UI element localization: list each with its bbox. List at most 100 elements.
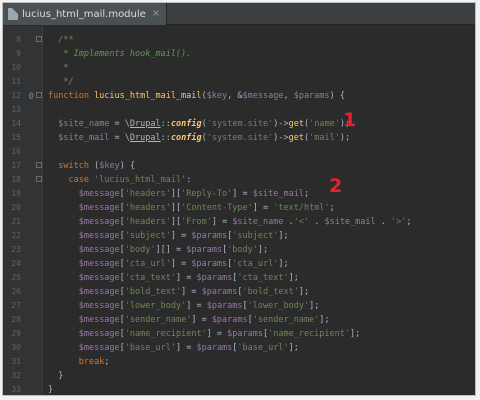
code-token: config [170,119,202,129]
code-line[interactable]: 18 case 'lucius_html_mail': [3,173,475,187]
code-token: Drupal [129,133,161,143]
code-token: 'cta_text' [237,273,289,283]
code-token: $params [196,343,233,353]
code-token: 'Reply-To' [181,189,233,199]
code-editor[interactable]: 8 /** 9 * Implements hook_mail(). 10 * 11 *… [3,33,475,395]
tab-lucius-html-mail-module[interactable]: lucius_html_mail.module × [3,3,168,25]
code-line[interactable]: 19 $message['headers']['Reply-To'] = $si… [3,187,475,201]
code-line[interactable]: 9 * Implements hook_mail(). [3,47,475,61]
code-token: . [283,217,294,227]
line-number: 11 [11,77,21,86]
code-line[interactable]: 29 $message['name_recipient'] = $params[… [3,327,475,341]
code-text: $message['headers']['From'] = $site_name… [48,215,412,229]
code-text: $site_name = \Drupal::config('system.sit… [48,117,350,131]
code-line[interactable]: 11 */ [3,75,475,89]
fold-marker-icon[interactable] [36,176,42,182]
code-text: case 'lucius_html_mail': [48,173,191,187]
code-token: $site_mail [252,189,304,199]
code-line[interactable]: 27 $message['lower_body'] = $params['low… [3,299,475,313]
code-token: $params [293,91,330,101]
code-token: $params [186,245,223,255]
code-token: $params [206,301,243,311]
line-number: 12 [11,91,21,100]
code-token: $site_mail [58,133,110,143]
code-token: 'subject' [232,231,279,241]
code-token: ] = [186,301,207,311]
code-text: break; [48,355,110,369]
code-token: ] = [175,343,197,353]
code-line[interactable]: 30 $message['base_url'] = $params['base_… [3,341,475,355]
code-line[interactable]: 17 switch ($key) { [3,159,475,173]
code-token: 'Content-Type' [181,203,253,213]
code-line[interactable]: 22 $message['subject'] = $params['subjec… [3,229,475,243]
code-line[interactable]: 31 break; [3,355,475,369]
code-token: 'bold_text' [242,287,299,297]
line-number: 15 [11,133,21,142]
code-token: $key [99,161,120,171]
annotation-badge-1: 1 [343,109,357,131]
fold-marker-icon[interactable] [36,36,42,42]
code-token: ( [88,161,100,171]
code-line[interactable]: 8 /** [3,33,475,47]
code-line[interactable]: 33} [3,383,475,395]
line-number: 22 [11,231,21,240]
code-token: 'lower_body' [124,301,187,311]
code-token: switch [58,161,89,171]
fold-marker-icon[interactable] [36,92,42,98]
code-line[interactable]: 12 @ function lucius_html_mail_mail($key, … [3,89,475,103]
code-token: $message [242,91,284,101]
code-token: $message [78,245,120,255]
code-line[interactable]: 16 [3,145,475,159]
code-token: 'cta_url' [124,259,171,269]
code-token: $params [191,259,228,269]
code-token: ] = [170,231,192,241]
code-token: $message [78,189,120,199]
code-token: $params [201,287,238,297]
code-line[interactable]: 21 $message['headers']['From'] = $site_n… [3,215,475,229]
code-text: switch ($key) { [48,159,135,173]
code-text: } [48,383,53,395]
code-text: $message['headers']['Content-Type'] = 't… [48,201,335,215]
line-number: 26 [11,287,21,296]
code-token: 'subject' [124,231,171,241]
code-line[interactable]: 28 $message['sender_name'] = $params['se… [3,313,475,327]
close-icon[interactable]: × [152,9,160,19]
code-line[interactable]: 20 $message['headers']['Content-Type'] =… [3,201,475,215]
code-token: :: [160,119,171,129]
code-token: function [48,91,95,101]
code-token: get [288,133,304,143]
code-token: 'headers' [124,203,171,213]
code-line[interactable]: 14 $site_name = \Drupal::config('system.… [3,117,475,131]
code-token: * [48,63,69,73]
code-token: 'lucius_html_mail' [94,175,187,185]
code-token: 'cta_url' [232,259,279,269]
line-number: 29 [11,329,21,338]
code-token: ] = [181,287,202,297]
code-line[interactable]: 24 $message['cta_url'] = $params['cta_ur… [3,257,475,271]
code-line[interactable]: 25 $message['cta_text'] = $params['cta_t… [3,271,475,285]
code-line[interactable]: 26 $message['bold_text'] = $params['bold… [3,285,475,299]
code-token: ; [104,357,110,367]
code-token: ] = [170,259,192,269]
fold-marker-icon[interactable] [36,162,42,168]
code-token: $message [78,315,120,325]
code-line[interactable]: 23 $message['body'][] = $params['body']; [3,243,475,257]
code-line[interactable]: 10 * [3,61,475,75]
code-line[interactable]: 13 [3,103,475,117]
code-token: $message [78,217,120,227]
code-text: $message['base_url'] = $params['base_url… [48,341,299,355]
code-text: $message['body'][] = $params['body']; [48,243,268,257]
code-line[interactable]: 15 $site_mail = \Drupal::config('system.… [3,131,475,145]
code-text: $message['cta_url'] = $params['cta_url']… [48,257,289,271]
code-line[interactable]: 32 } [3,369,475,383]
line-number: 28 [11,315,21,324]
code-token: ]; [319,315,330,325]
line-number: 24 [11,259,21,268]
